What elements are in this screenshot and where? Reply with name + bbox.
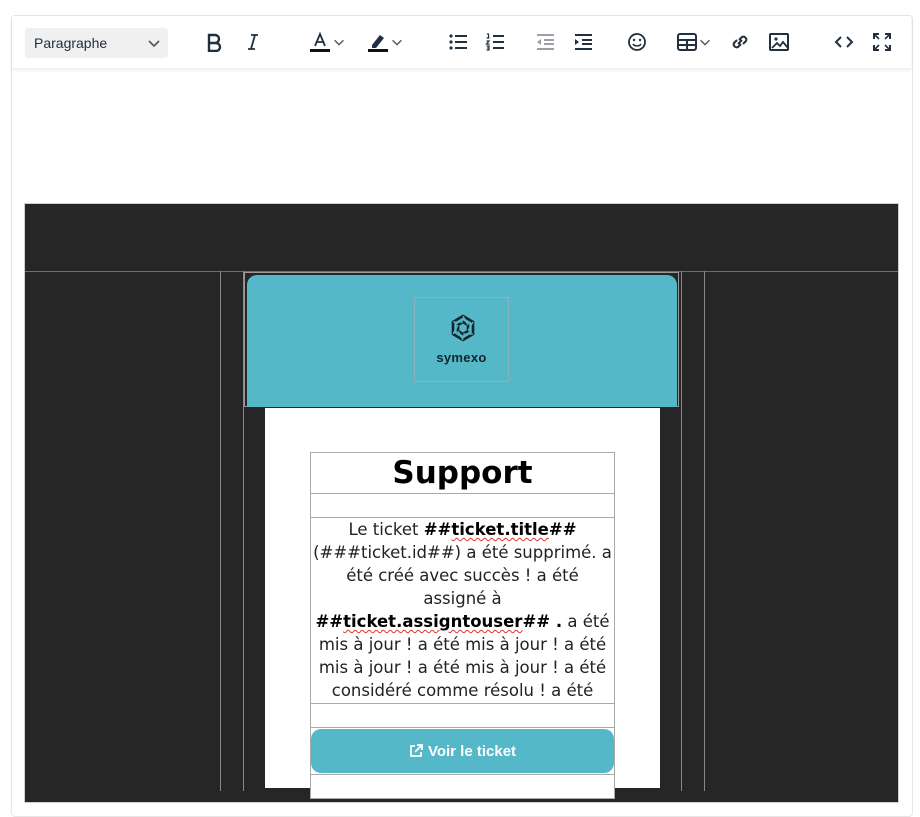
email-title[interactable]: Support bbox=[310, 452, 615, 494]
italic-icon bbox=[248, 34, 258, 50]
brand-name: symexo bbox=[436, 350, 487, 365]
outdent-icon bbox=[537, 34, 554, 50]
spacer-cell[interactable] bbox=[310, 703, 615, 728]
text-color-icon bbox=[310, 31, 330, 52]
chevron-down-icon bbox=[148, 40, 160, 48]
italic-button[interactable] bbox=[241, 16, 265, 68]
numbered-list-icon bbox=[485, 33, 504, 51]
inner-table-border bbox=[681, 271, 682, 791]
table-icon bbox=[677, 33, 697, 51]
outdent-button[interactable] bbox=[533, 16, 557, 68]
message-token: ## bbox=[423, 520, 452, 539]
bullet-list-icon bbox=[449, 34, 467, 50]
email-message[interactable]: Le ticket ##ticket.title## (###ticket.id… bbox=[310, 517, 615, 723]
chevron-down-icon bbox=[334, 39, 344, 46]
text-color-button[interactable] bbox=[305, 16, 349, 68]
message-token: ## bbox=[548, 520, 577, 539]
external-link-icon bbox=[410, 744, 423, 757]
emoji-button[interactable] bbox=[625, 16, 649, 68]
bold-button[interactable] bbox=[202, 16, 226, 68]
bold-icon bbox=[207, 33, 222, 52]
brand-logo[interactable]: symexo bbox=[414, 297, 509, 382]
bullet-list-button[interactable] bbox=[446, 16, 470, 68]
spacer-cell[interactable] bbox=[310, 774, 615, 799]
message-text: Le ticket bbox=[348, 520, 424, 539]
view-ticket-button[interactable]: Voir le ticket bbox=[311, 729, 614, 773]
view-ticket-label: Voir le ticket bbox=[427, 742, 517, 760]
message-token: ## bbox=[315, 612, 344, 631]
link-icon bbox=[732, 35, 748, 49]
code-icon bbox=[834, 36, 854, 48]
symexo-logo-icon bbox=[451, 314, 475, 342]
message-variable: ticket.title bbox=[451, 520, 549, 539]
spacer-cell[interactable] bbox=[310, 493, 615, 518]
smiley-icon bbox=[628, 33, 646, 51]
highlight-marker-icon bbox=[368, 35, 388, 52]
highlight-color-button[interactable] bbox=[362, 16, 408, 68]
message-text: (###ticket.id##) a été supprimé. a été c… bbox=[313, 543, 612, 608]
fullscreen-icon bbox=[873, 33, 891, 51]
image-icon bbox=[769, 33, 789, 51]
source-code-button[interactable] bbox=[832, 16, 856, 68]
chevron-down-icon bbox=[700, 39, 710, 46]
chevron-down-icon bbox=[392, 39, 402, 46]
numbered-list-button[interactable] bbox=[483, 16, 507, 68]
fullscreen-button[interactable] bbox=[870, 16, 894, 68]
indent-icon bbox=[575, 34, 592, 50]
editor-toolbar: Paragraphe bbox=[12, 16, 911, 68]
link-button[interactable] bbox=[728, 16, 752, 68]
block-format-label: Paragraphe bbox=[34, 35, 108, 51]
table-button[interactable] bbox=[672, 16, 716, 68]
indent-button[interactable] bbox=[571, 16, 595, 68]
outer-table-border bbox=[704, 271, 705, 791]
image-button[interactable] bbox=[767, 16, 791, 68]
block-format-select[interactable]: Paragraphe bbox=[25, 28, 168, 58]
message-token: ## . bbox=[522, 612, 563, 631]
outer-table-border bbox=[220, 271, 221, 791]
message-variable: ticket.assigntouser bbox=[343, 612, 523, 631]
